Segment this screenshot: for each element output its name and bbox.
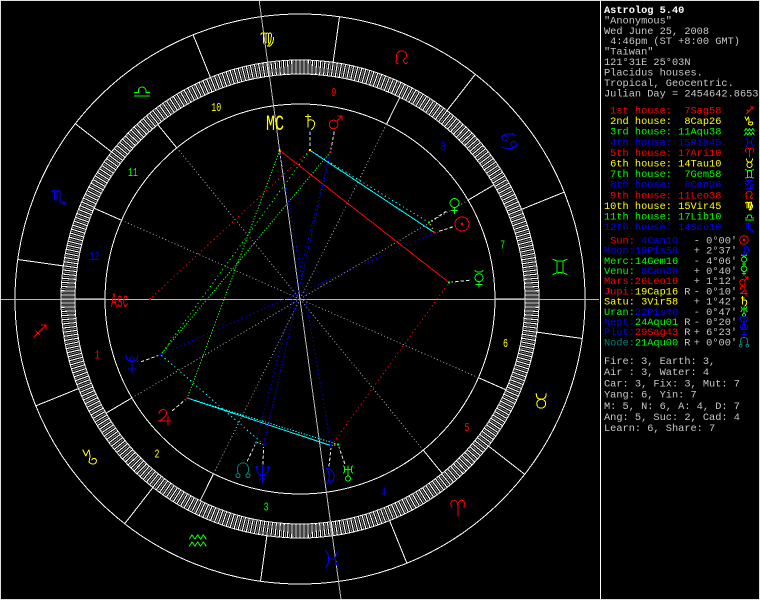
- svg-text:9: 9: [331, 86, 336, 100]
- svg-text:Fire: 3, Earth: 3,: Fire: 3, Earth: 3,: [604, 356, 715, 368]
- svg-text:10: 10: [211, 101, 221, 115]
- svg-text:R: R: [684, 286, 690, 298]
- svg-text:+ 0°00': + 0°00': [694, 337, 737, 349]
- svg-text:6: 6: [503, 337, 508, 351]
- svg-text:2: 2: [155, 447, 160, 461]
- svg-text:3: 3: [264, 501, 269, 515]
- svg-text:1: 1: [95, 349, 100, 363]
- svg-text:MC: MC: [266, 112, 284, 137]
- svg-text:8: 8: [441, 140, 446, 154]
- svg-text:R: R: [684, 337, 690, 349]
- svg-text:7: 7: [500, 238, 505, 252]
- svg-text:M: 5, N: 6, A: 4, D: 7: M: 5, N: 6, A: 4, D: 7: [604, 401, 740, 413]
- svg-text:4: 4: [381, 486, 386, 500]
- svg-text:Car: 3, Fix: 3, Mut: 7: Car: 3, Fix: 3, Mut: 7: [604, 378, 740, 390]
- svg-text:Asc: Asc: [111, 291, 129, 314]
- svg-text:5: 5: [465, 421, 470, 435]
- svg-text:Yang: 6, Yin: 7: Yang: 6, Yin: 7: [604, 390, 697, 402]
- svg-text:12th house: 14Sco10: 12th house: 14Sco10: [604, 222, 721, 234]
- svg-text:Node:: Node:: [604, 337, 635, 349]
- svg-text:21Aqu00: 21Aqu00: [635, 337, 678, 349]
- svg-text:12: 12: [90, 250, 100, 264]
- svg-text:11: 11: [128, 166, 138, 180]
- svg-text:Ang: 5, Suc: 2, Cad: 4: Ang: 5, Suc: 2, Cad: 4: [604, 412, 740, 424]
- svg-text:Julian Day = 2454642.8653: Julian Day = 2454642.8653: [604, 89, 758, 101]
- svg-text:Learn: 6, Share: 7: Learn: 6, Share: 7: [604, 423, 715, 435]
- svg-text:Air : 3, Water: 4: Air : 3, Water: 4: [604, 367, 709, 379]
